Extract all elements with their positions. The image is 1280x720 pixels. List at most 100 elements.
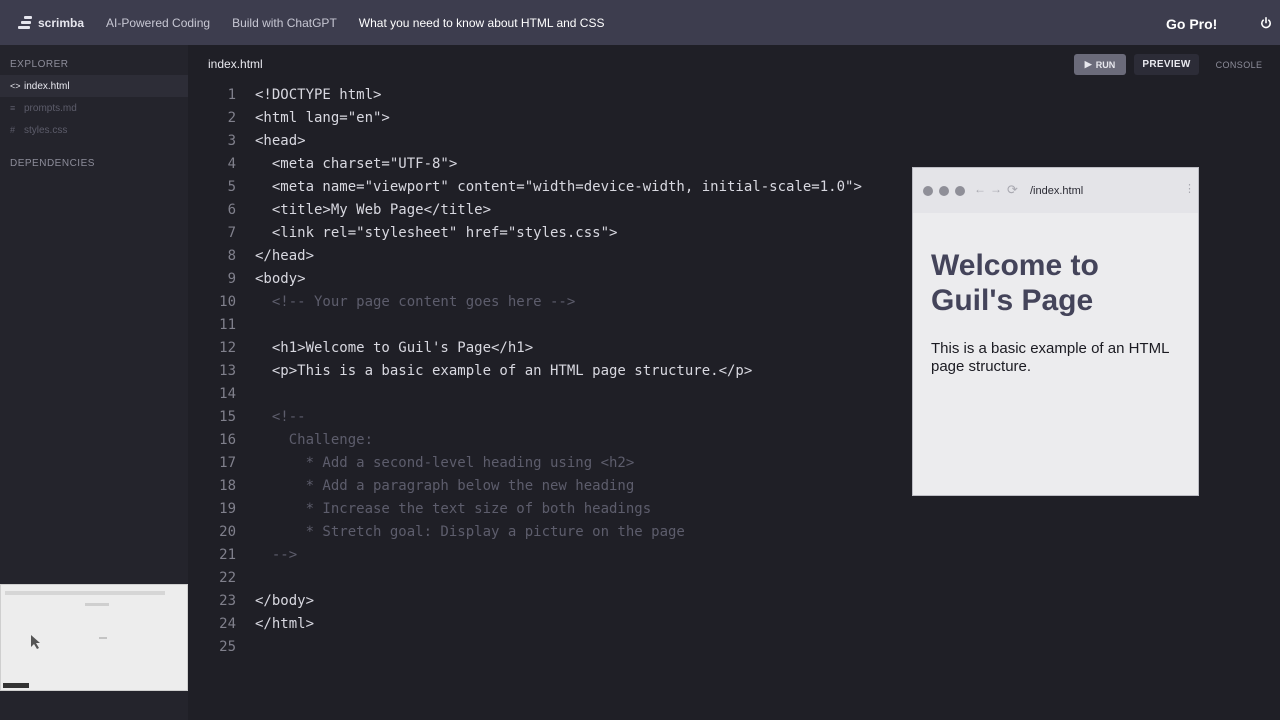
breadcrumb-course[interactable]: AI-Powered Coding — [106, 16, 210, 30]
file-item-prompts-md[interactable]: ≡ prompts.md — [0, 97, 188, 119]
power-icon[interactable] — [1260, 17, 1272, 29]
explorer-heading: EXPLORER — [10, 59, 69, 70]
preview-url: /index.html — [1030, 185, 1084, 197]
code-line: 14 — [200, 383, 920, 406]
go-pro-link[interactable]: Go Pro! — [1166, 16, 1217, 32]
code-line: 21 --> — [200, 544, 920, 567]
code-line: 17 * Add a second-level heading using <h… — [200, 452, 920, 475]
editor-filename: index.html — [208, 57, 263, 71]
code-line: 3 <head> — [200, 130, 920, 153]
preview-paragraph: This is a basic example of an HTML page … — [931, 340, 1169, 375]
code-line: 25 — [200, 636, 920, 659]
scrimba-logo[interactable]: scrimba — [18, 15, 106, 30]
forward-arrow-icon[interactable]: → — [990, 182, 1002, 196]
code-line: 11 — [200, 314, 920, 337]
line-code: <body> — [255, 271, 306, 287]
top-bar: scrimba AI-Powered Coding Build with Cha… — [0, 0, 1280, 45]
run-label: RUN — [1095, 59, 1116, 70]
line-code: <meta charset="UTF-8"> — [255, 156, 458, 172]
code-line: 5 <meta name="viewport" content="width=d… — [200, 176, 920, 199]
line-code: <meta name="viewport" content="width=dev… — [255, 179, 862, 195]
line-code: <!-- Your page content goes here --> — [255, 294, 576, 310]
window-dot-icon — [939, 186, 949, 196]
line-number: 17 — [219, 455, 236, 471]
line-number: 23 — [219, 593, 236, 609]
file-item-index-html[interactable]: <> index.html — [0, 75, 188, 97]
code-line: 6 <title>My Web Page</title> — [200, 199, 920, 222]
line-number: 14 — [219, 386, 236, 402]
reload-icon[interactable]: ⟳ — [1007, 182, 1018, 198]
back-arrow-icon[interactable]: ← — [974, 182, 986, 196]
line-number: 1 — [227, 87, 236, 103]
code-line: 19 * Increase the text size of both head… — [200, 498, 920, 521]
code-line: 23 </body> — [200, 590, 920, 613]
line-number: 7 — [227, 225, 236, 241]
code-line: 12 <h1>Welcome to Guil's Page</h1> — [200, 337, 920, 360]
code-line: 1 <!DOCTYPE html> — [200, 84, 920, 107]
line-number: 22 — [219, 570, 236, 586]
line-code: <!-- — [255, 409, 306, 425]
line-code: Challenge: — [255, 432, 374, 448]
line-number: 6 — [227, 202, 236, 218]
line-code: </html> — [255, 616, 315, 632]
video-thumbnail[interactable] — [0, 584, 188, 691]
line-number: 3 — [227, 133, 236, 149]
code-line: 13 <p>This is a basic example of an HTML… — [200, 360, 920, 383]
code-line: 2 <html lang="en"> — [200, 107, 920, 130]
line-number: 9 — [227, 271, 236, 287]
code-line: 24 </html> — [200, 613, 920, 636]
code-line: 7 <link rel="stylesheet" href="styles.cs… — [200, 222, 920, 245]
file-item-styles-css[interactable]: # styles.css — [0, 119, 188, 141]
more-options-icon[interactable]: ⋮ — [1184, 182, 1195, 195]
markdown-file-icon: ≡ — [10, 103, 16, 113]
line-code: <html lang="en"> — [255, 110, 390, 126]
breadcrumb-module[interactable]: Build with ChatGPT — [232, 16, 337, 30]
line-number: 4 — [227, 156, 236, 172]
line-number: 13 — [219, 363, 236, 379]
preview-heading: Welcome to Guil's Page — [931, 249, 1099, 317]
line-code: <!DOCTYPE html> — [255, 87, 382, 103]
preview-button[interactable]: PREVIEW — [1134, 54, 1199, 75]
line-code: * Increase the text size of both heading… — [255, 501, 652, 517]
line-number: 24 — [219, 616, 236, 632]
line-number: 21 — [219, 547, 236, 563]
file-name: styles.css — [24, 124, 68, 136]
run-button[interactable]: ▶ RUN — [1074, 54, 1126, 75]
preview-window[interactable]: ← → ⟳ /index.html ⋮ Welcome to Guil's Pa… — [912, 167, 1199, 496]
line-code: * Stretch goal: Display a picture on the… — [255, 524, 685, 540]
line-number: 8 — [227, 248, 236, 264]
code-line: 15 <!-- — [200, 406, 920, 429]
code-line: 8 </head> — [200, 245, 920, 268]
play-icon: ▶ — [1084, 59, 1092, 69]
line-number: 10 — [219, 294, 236, 310]
line-code: * Add a second-level heading using <h2> — [255, 455, 635, 471]
line-number: 2 — [227, 110, 236, 126]
code-line: 20 * Stretch goal: Display a picture on … — [200, 521, 920, 544]
line-code: </body> — [255, 593, 315, 609]
line-code: </head> — [255, 248, 315, 264]
line-code: <h1>Welcome to Guil's Page</h1> — [255, 340, 534, 356]
file-name: prompts.md — [24, 102, 77, 114]
breadcrumb-lesson[interactable]: What you need to know about HTML and CSS — [359, 16, 605, 30]
line-code: <title>My Web Page</title> — [255, 202, 492, 218]
code-line: 16 Challenge: — [200, 429, 920, 452]
code-file-icon: <> — [10, 81, 21, 91]
code-editor[interactable]: 1 <!DOCTYPE html> 2 <html lang="en"> 3 <hea… — [200, 84, 920, 659]
line-number: 5 — [227, 179, 236, 195]
thumbnail-preview — [3, 591, 165, 688]
code-line: 10 <!-- Your page content goes here --> — [200, 291, 920, 314]
line-number: 20 — [219, 524, 236, 540]
preview-toolbar: ← → ⟳ /index.html ⋮ — [913, 168, 1198, 213]
line-number: 18 — [219, 478, 236, 494]
line-number: 19 — [219, 501, 236, 517]
line-code: <link rel="stylesheet" href="styles.css"… — [255, 225, 618, 241]
logo-text: scrimba — [38, 15, 85, 30]
line-number: 16 — [219, 432, 236, 448]
code-line: 22 — [200, 567, 920, 590]
file-name: index.html — [24, 80, 70, 92]
console-button[interactable]: CONSOLE — [1208, 54, 1270, 75]
dependencies-heading: DEPENDENCIES — [10, 158, 95, 169]
window-dot-icon — [923, 186, 933, 196]
line-number: 11 — [219, 317, 236, 333]
scrimba-logo-icon — [18, 15, 32, 30]
